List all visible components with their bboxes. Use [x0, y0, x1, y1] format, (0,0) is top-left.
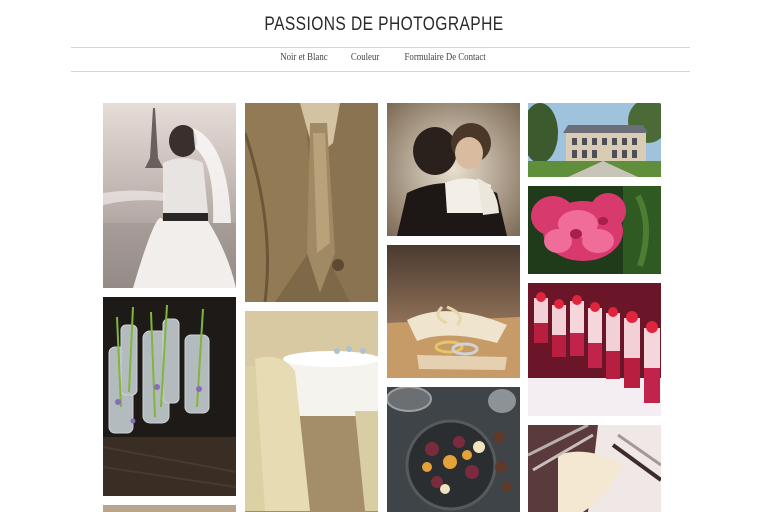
- photo-fig-platter[interactable]: [387, 387, 520, 512]
- banquet-chairs-icon: [245, 311, 378, 512]
- photo-wedding-rings[interactable]: [387, 245, 520, 378]
- wedding-rings-icon: [387, 245, 520, 378]
- fig-platter-icon: [387, 387, 520, 512]
- chateau-icon: [528, 103, 661, 177]
- photo-bride-eiffel-tower[interactable]: [103, 103, 236, 288]
- header-divider-bottom: [71, 71, 690, 72]
- photo-chateau[interactable]: [528, 103, 661, 177]
- lavender-bottles-icon: [103, 297, 236, 496]
- photo-pink-flower[interactable]: [528, 186, 661, 274]
- header-divider-top: [71, 47, 690, 48]
- photo-groom-vest[interactable]: [245, 103, 378, 302]
- table-setting-icon: [528, 425, 661, 512]
- site-title[interactable]: PASSIONS DE PHOTOGRAPHE: [69, 14, 699, 36]
- bride-eiffel-tower-icon: [103, 103, 236, 288]
- nav-item-noir-et-blanc[interactable]: Noir et Blanc: [280, 52, 327, 68]
- nav-item-couleur[interactable]: Couleur: [351, 52, 379, 68]
- photo-lavender-bottles[interactable]: [103, 297, 236, 496]
- photo-banquet-chairs[interactable]: [245, 311, 378, 512]
- photo-wedding-couple[interactable]: [387, 103, 520, 236]
- main-nav: Noir et Blanc Couleur Formulaire De Cont…: [0, 52, 768, 68]
- nav-item-contact-form[interactable]: Formulaire De Contact: [404, 52, 485, 68]
- pink-flower-icon: [528, 186, 661, 274]
- photo-partial-bottom[interactable]: [103, 505, 236, 512]
- photo-table-setting[interactable]: [528, 425, 661, 512]
- groom-vest-tie-icon: [245, 103, 378, 302]
- wedding-couple-icon: [387, 103, 520, 236]
- photo-verrines-desserts[interactable]: [528, 283, 661, 416]
- verrines-desserts-icon: [528, 283, 661, 416]
